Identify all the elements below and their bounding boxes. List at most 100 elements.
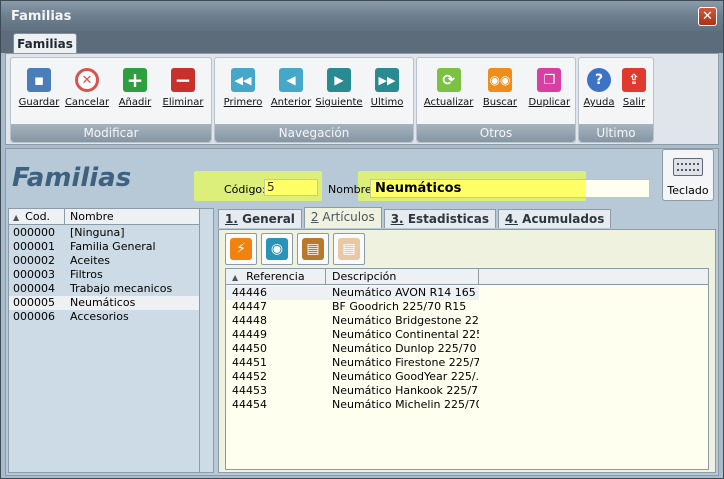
ribbon-tab-familias[interactable]: Familias [13, 33, 77, 54]
column-header-cod[interactable]: ▲ Cod. [9, 209, 65, 224]
tab-2[interactable]: 2 Artículos [303, 207, 382, 228]
article-description: BF Goodrich 225/70 R15 [332, 300, 467, 313]
article-description: Neumático Continental 225... [332, 328, 479, 341]
group-modificar: ▪ Guardar ✕ Cancelar + Añadir − Eliminar… [10, 57, 212, 143]
article-row[interactable]: 44450 Neumático Dunlop 225/70 ... [226, 342, 708, 356]
article-reference: 44453 [232, 384, 267, 397]
codigo-field[interactable]: 5 [264, 179, 318, 196]
next-button[interactable]: ▶ Siguiente [315, 62, 363, 120]
last-button[interactable]: ▶▶ Ultimo [363, 62, 411, 120]
group-navegacion: ◀◀ Primero ◀ Anterior ▶ Siguiente ▶▶ Ult… [214, 57, 414, 143]
skip-first-icon: ◀◀ [231, 68, 255, 92]
article-reference: 44446 [226, 286, 326, 300]
family-name: Trabajo mecanicos [70, 282, 173, 295]
article-reference: 44449 [232, 328, 267, 341]
duplicate-button[interactable]: ❐ Duplicar [524, 62, 575, 120]
tab-3[interactable]: 3. Estadisticas [383, 209, 497, 228]
tab-label: Estadisticas [407, 212, 490, 226]
cancel-icon: ✕ [75, 68, 99, 92]
nombre-label: Nombre: [328, 183, 376, 196]
search-button[interactable]: ◉◉ Buscar [476, 62, 523, 120]
article-row[interactable]: 44448 Neumático Bridgestone 225... [226, 314, 708, 328]
article-row[interactable]: 44449 Neumático Continental 225... [226, 328, 708, 342]
refresh-icon: ⟳ [436, 68, 461, 92]
keyboard-button[interactable]: Teclado [662, 149, 714, 201]
article-row[interactable]: 44454 Neumático Michelin 225/70... [226, 398, 708, 412]
tab-4[interactable]: 4. Acumulados [498, 209, 612, 228]
lightning-button[interactable]: ⚡ [225, 233, 257, 265]
title-bar: Familias ✕ [1, 1, 723, 31]
family-name: [Ninguna] [70, 226, 125, 239]
family-code: 000000 [13, 226, 55, 239]
delete-button[interactable]: − Eliminar [159, 62, 207, 120]
previous-button[interactable]: ◀ Anterior [267, 62, 315, 120]
codigo-label: Código: [224, 183, 266, 196]
family-name: Familia General [70, 240, 156, 253]
family-list-row[interactable]: 000005 Neumáticos [9, 296, 199, 310]
family-name: Accesorios [70, 310, 129, 323]
family-list-row[interactable]: 000001 Familia General [9, 240, 199, 254]
column-header-referencia[interactable]: ▲ Referencia [226, 269, 326, 284]
family-code: 000005 [13, 296, 55, 309]
family-list-scrollbar[interactable] [199, 209, 213, 472]
articles-grid: ▲ Referencia Descripción 44446 Neumático A… [225, 268, 709, 470]
family-code: 000004 [13, 282, 55, 295]
tab-label: Acumulados [522, 212, 605, 226]
article-row[interactable]: 44453 Neumático Hankook 225/7... [226, 384, 708, 398]
skip-last-icon: ▶▶ [375, 68, 399, 92]
article-row[interactable]: 44446 Neumático AVON R14 165 [226, 286, 708, 300]
column-header-nombre[interactable]: Nombre [65, 209, 114, 224]
group-label-otros: Otros [417, 124, 575, 142]
refresh-button[interactable]: ⟳ Actualizar [421, 62, 476, 120]
family-list-row[interactable]: 000004 Trabajo mecanicos [9, 282, 199, 296]
tab-number: 1. [225, 212, 238, 226]
article-description: Neumático Hankook 225/7... [332, 384, 479, 397]
article-row[interactable]: 44447 BF Goodrich 225/70 R15 [226, 300, 708, 314]
print-button[interactable]: ▤ [297, 233, 329, 265]
group-label-modificar: Modificar [11, 124, 211, 142]
tab-label: Artículos [322, 210, 375, 224]
printer-disabled-icon: ▤ [338, 238, 360, 260]
save-button[interactable]: ▪ Guardar [15, 62, 63, 120]
exit-button[interactable]: ⇪ Salir [617, 62, 651, 120]
nombre-field[interactable]: Neumáticos [370, 179, 650, 198]
article-row[interactable]: 44451 Neumático Firestone 225/7... [226, 356, 708, 370]
family-list-row[interactable]: 000000 [Ninguna] [9, 226, 199, 240]
tab-1[interactable]: 1. General [218, 209, 302, 228]
column-header-descripcion[interactable]: Descripción [326, 269, 479, 284]
article-reference: 44452 [232, 370, 267, 383]
print-preview-button[interactable]: ▤ [333, 233, 365, 265]
cancel-button[interactable]: ✕ Cancelar [63, 62, 111, 120]
article-description: Neumático Michelin 225/70... [332, 398, 479, 411]
close-icon: ✕ [702, 9, 713, 24]
plus-icon: + [123, 68, 147, 92]
article-description: Neumático AVON R14 165 [326, 286, 479, 300]
tab-panel-articulos: ⚡ ◉ ▤ ▤ ▲ Referencia Descripción 44446 Neu… [218, 229, 716, 473]
family-list-header: ▲ Cod. Nombre [9, 209, 199, 225]
main-panel: Familias Código: 5 Nombre: Neumáticos Te… [5, 148, 719, 476]
sort-up-icon: ▲ [13, 213, 20, 222]
help-icon: ? [587, 68, 611, 92]
group-label-navegacion: Navegación [215, 124, 413, 142]
family-list-row[interactable]: 000003 Filtros [9, 268, 199, 282]
close-button[interactable]: ✕ [698, 7, 717, 26]
add-button[interactable]: + Añadir [111, 62, 159, 120]
group-otros: ⟳ Actualizar ◉◉ Buscar ❐ Duplicar Otros [416, 57, 576, 143]
articles-toolbar: ⚡ ◉ ▤ ▤ [225, 233, 369, 265]
exit-icon: ⇪ [622, 68, 646, 92]
family-name: Aceites [70, 254, 111, 267]
family-list-row[interactable]: 000002 Aceites [9, 254, 199, 268]
article-row[interactable]: 44452 Neumático GoodYear 225/... [226, 370, 708, 384]
help-button[interactable]: ? Ayuda [581, 62, 617, 120]
family-name: Neumáticos [70, 296, 136, 309]
duplicate-icon: ❐ [537, 68, 562, 92]
family-code: 000002 [13, 254, 55, 267]
first-button[interactable]: ◀◀ Primero [219, 62, 267, 120]
view-button[interactable]: ◉ [261, 233, 293, 265]
printer-icon: ▤ [302, 238, 324, 260]
group-ultimo: ? Ayuda ⇪ Salir Ultimo [578, 57, 654, 143]
nombre-value: Neumáticos [375, 181, 462, 196]
article-description: Neumático Bridgestone 225... [332, 314, 479, 327]
family-list-row[interactable]: 000006 Accesorios [9, 310, 199, 324]
ribbon-tab-strip: Familias [1, 31, 723, 54]
